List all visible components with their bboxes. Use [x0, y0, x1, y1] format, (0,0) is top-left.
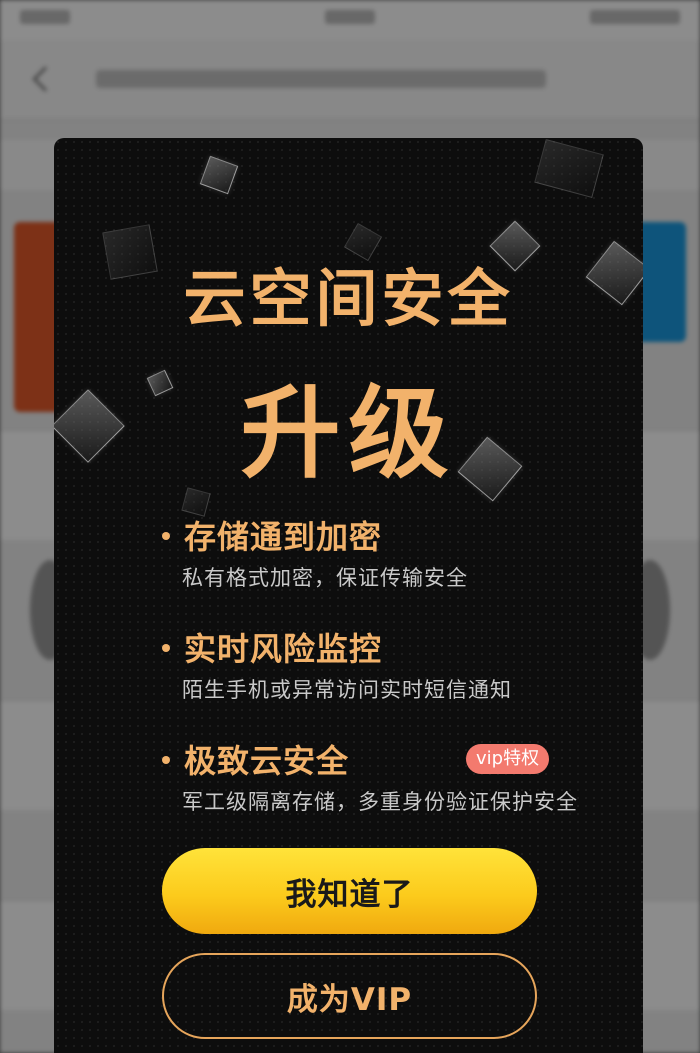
- become-vip-button[interactable]: 成为VIP: [162, 953, 537, 1039]
- got-it-button[interactable]: 我知道了: [162, 848, 537, 934]
- dialog-title: 云空间安全: [183, 262, 514, 335]
- decorative-cube: [534, 139, 604, 198]
- bullet-dot-icon: [162, 644, 170, 652]
- feature-description: 军工级隔离存储，多重身份验证保护安全: [182, 790, 578, 814]
- dialog-subtitle: 升级: [240, 375, 457, 492]
- feature-description: 陌生手机或异常访问实时短信通知: [182, 678, 512, 702]
- feature-description: 私有格式加密，保证传输安全: [182, 566, 468, 590]
- security-upgrade-dialog: 云空间安全 升级 存储通到加密 私有格式加密，保证传输安全 实时风险监控 陌生手…: [54, 138, 643, 1053]
- feature-title: 存储通到加密: [184, 518, 383, 556]
- bullet-dot-icon: [162, 756, 170, 764]
- feature-title: 极致云安全: [184, 742, 350, 780]
- vip-badge: vip特权: [466, 744, 550, 774]
- bullet-dot-icon: [162, 532, 170, 540]
- decorative-cube: [199, 155, 239, 195]
- feature-title: 实时风险监控: [184, 630, 383, 668]
